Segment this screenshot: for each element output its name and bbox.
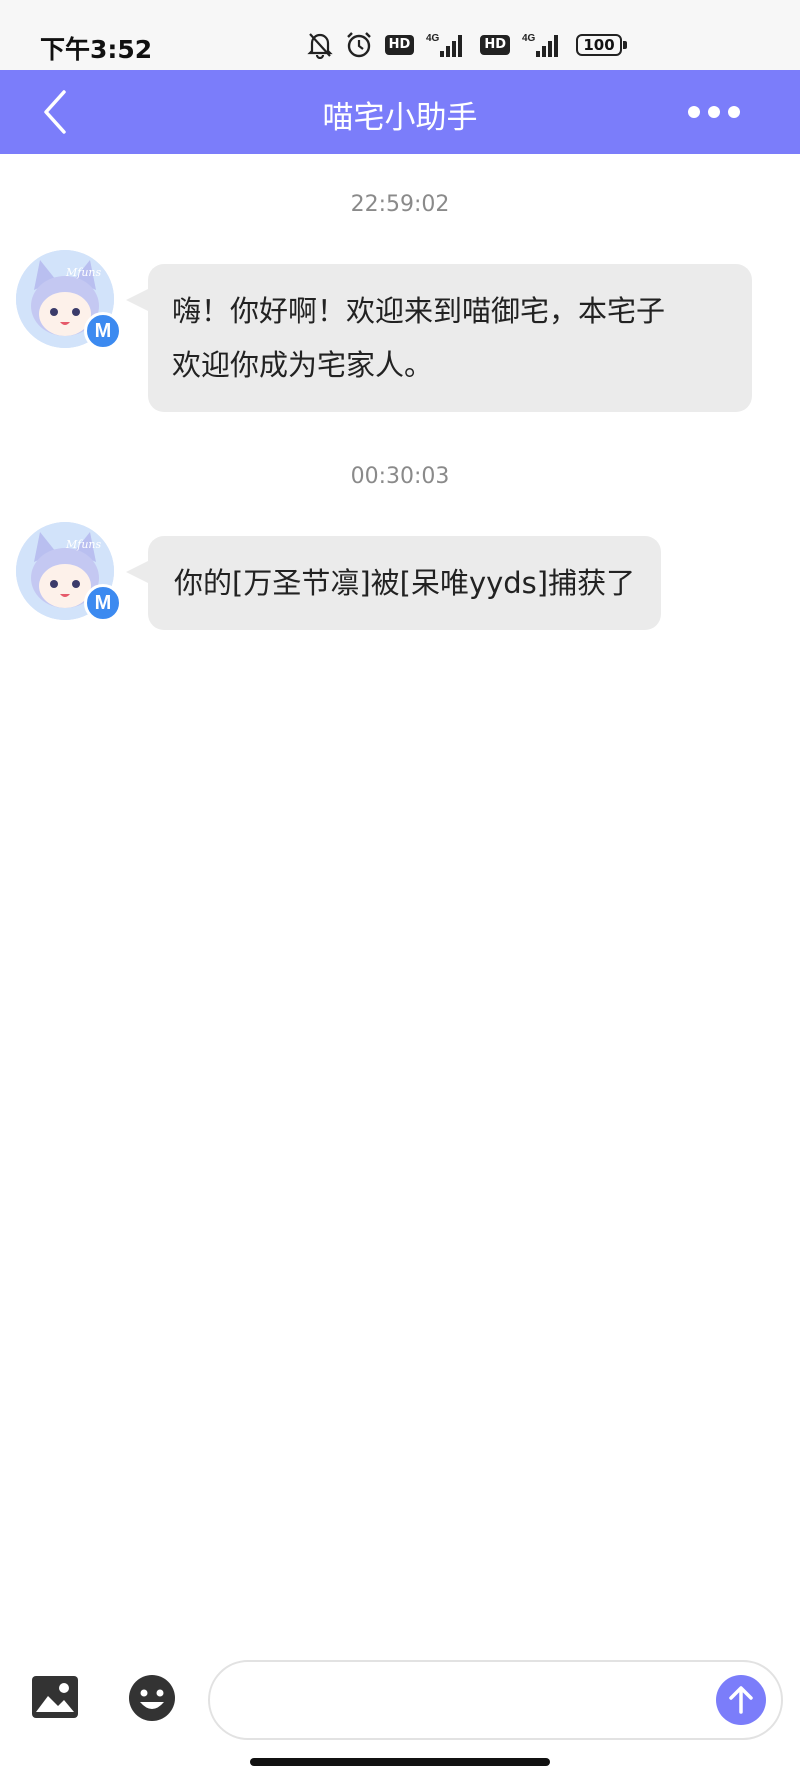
image-picker-button[interactable] bbox=[30, 1672, 80, 1722]
network-label: 4G bbox=[426, 33, 440, 44]
more-dot-icon bbox=[728, 106, 740, 118]
alarm-icon bbox=[345, 31, 373, 59]
more-options-button[interactable] bbox=[688, 100, 748, 124]
image-icon bbox=[32, 1676, 78, 1718]
page-title: 喵宅小助手 bbox=[322, 100, 478, 136]
home-indicator[interactable] bbox=[250, 1758, 550, 1766]
message-bubble: 嗨！你好啊！欢迎来到喵御宅，本宅子 欢迎你成为宅家人。 bbox=[126, 264, 752, 412]
battery-icon: 100 bbox=[576, 34, 627, 56]
message-text: 嗨！你好啊！欢迎来到喵御宅，本宅子 bbox=[172, 294, 666, 328]
message-timestamp: 22:59:02 bbox=[350, 192, 450, 217]
more-dot-icon bbox=[688, 106, 700, 118]
avatar[interactable]: Mfuns M bbox=[16, 522, 122, 622]
signal-icon: 4G bbox=[522, 31, 564, 59]
bell-muted-icon bbox=[307, 31, 333, 59]
avatar-badge: M bbox=[84, 584, 122, 622]
emoji-icon bbox=[129, 1675, 175, 1721]
message-timestamp: 00:30:03 bbox=[350, 464, 450, 489]
signal-icon: 4G bbox=[426, 31, 468, 59]
message-text: 欢迎你成为宅家人。 bbox=[172, 348, 434, 382]
hd-badge: HD bbox=[480, 35, 510, 55]
status-bar: 下午3:52 HD 4G HD 4G 100 bbox=[0, 0, 800, 70]
message-bubble: 你的[万圣节凛]被[呆唯yyds]捕获了 bbox=[125, 536, 662, 630]
app-header: 喵宅小助手 bbox=[0, 70, 800, 154]
message-input[interactable] bbox=[208, 1660, 783, 1740]
status-icons: HD 4G HD 4G 100 bbox=[307, 30, 627, 60]
avatar-badge: M bbox=[84, 312, 122, 350]
network-label: 4G bbox=[522, 33, 536, 44]
avatar-watermark: Mfuns bbox=[65, 538, 102, 551]
arrow-up-icon bbox=[729, 1686, 753, 1714]
send-button[interactable] bbox=[716, 1675, 766, 1725]
status-time: 下午3:52 bbox=[40, 35, 153, 64]
more-dot-icon bbox=[708, 106, 720, 118]
message-text: 你的[万圣节凛]被[呆唯yyds]捕获了 bbox=[174, 566, 636, 600]
emoji-button[interactable] bbox=[128, 1674, 176, 1722]
avatar[interactable]: Mfuns M bbox=[16, 250, 122, 350]
avatar-watermark: Mfuns bbox=[65, 266, 102, 279]
hd-badge: HD bbox=[384, 35, 415, 55]
